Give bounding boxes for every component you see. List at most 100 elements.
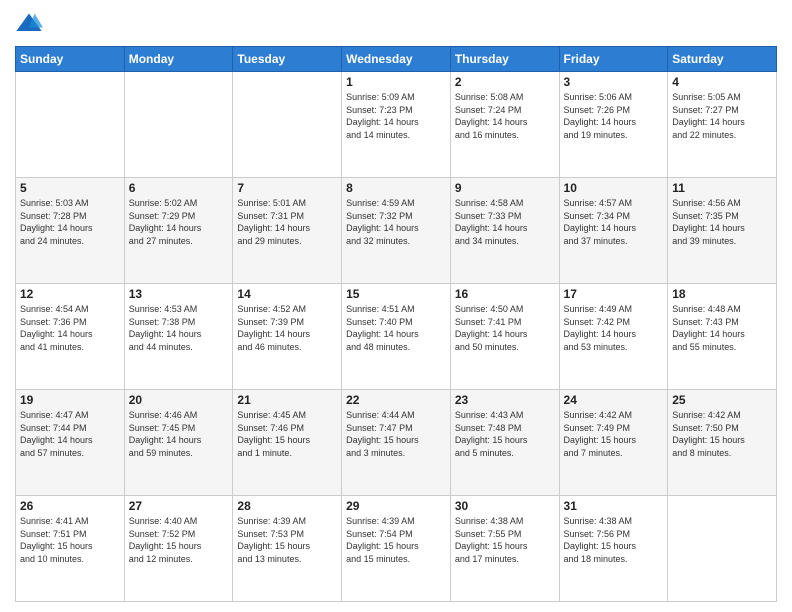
calendar-cell-12: 12 Sunrise: 4:54 AM Sunset: 7:36 PM Dayli… [16,284,125,390]
calendar-cell-empty [124,72,233,178]
day-number: 16 [455,287,555,301]
day-info: Sunrise: 4:54 AM Sunset: 7:36 PM Dayligh… [20,303,120,353]
day-info: Sunrise: 4:48 AM Sunset: 7:43 PM Dayligh… [672,303,772,353]
day-number: 26 [20,499,120,513]
calendar-cell-23: 23 Sunrise: 4:43 AM Sunset: 7:48 PM Dayli… [450,390,559,496]
calendar-week-4: 26 Sunrise: 4:41 AM Sunset: 7:51 PM Dayli… [16,496,777,602]
calendar-cell-19: 19 Sunrise: 4:47 AM Sunset: 7:44 PM Dayli… [16,390,125,496]
calendar-cell-9: 9Sunrise: 4:58 AM Sunset: 7:33 PM Daylig… [450,178,559,284]
day-number: 19 [20,393,120,407]
calendar-header-sunday: Sunday [16,47,125,72]
calendar-cell-31: 31 Sunrise: 4:38 AM Sunset: 7:56 PM Dayli… [559,496,668,602]
calendar-cell-3: 3 Sunrise: 5:06 AM Sunset: 7:26 PM Daylig… [559,72,668,178]
day-info: Sunrise: 4:50 AM Sunset: 7:41 PM Dayligh… [455,303,555,353]
logo-icon [15,10,43,38]
calendar-week-1: 5 Sunrise: 5:03 AM Sunset: 7:28 PM Daylig… [16,178,777,284]
calendar-cell-7: 7Sunrise: 5:01 AM Sunset: 7:31 PM Daylig… [233,178,342,284]
day-number: 14 [237,287,337,301]
day-number: 8 [346,181,446,195]
day-number: 15 [346,287,446,301]
day-info: Sunrise: 5:02 AM Sunset: 7:29 PM Dayligh… [129,197,229,247]
calendar-cell-28: 28 Sunrise: 4:39 AM Sunset: 7:53 PM Dayli… [233,496,342,602]
day-number: 24 [564,393,664,407]
day-info: Sunrise: 4:46 AM Sunset: 7:45 PM Dayligh… [129,409,229,459]
day-info: Sunrise: 4:42 AM Sunset: 7:50 PM Dayligh… [672,409,772,459]
page: SundayMondayTuesdayWednesdayThursdayFrid… [0,0,792,612]
day-info: Sunrise: 4:38 AM Sunset: 7:55 PM Dayligh… [455,515,555,565]
calendar-cell-16: 16 Sunrise: 4:50 AM Sunset: 7:41 PM Dayli… [450,284,559,390]
day-info: Sunrise: 4:38 AM Sunset: 7:56 PM Dayligh… [564,515,664,565]
calendar-cell-30: 30 Sunrise: 4:38 AM Sunset: 7:55 PM Dayli… [450,496,559,602]
calendar-cell-2: 2 Sunrise: 5:08 AM Sunset: 7:24 PM Daylig… [450,72,559,178]
day-number: 17 [564,287,664,301]
day-info: Sunrise: 4:40 AM Sunset: 7:52 PM Dayligh… [129,515,229,565]
day-number: 31 [564,499,664,513]
day-number: 25 [672,393,772,407]
calendar-cell-8: 8 Sunrise: 4:59 AM Sunset: 7:32 PM Daylig… [342,178,451,284]
calendar-cell-26: 26 Sunrise: 4:41 AM Sunset: 7:51 PM Dayli… [16,496,125,602]
day-number: 3 [564,75,664,89]
calendar-cell-18: 18Sunrise: 4:48 AM Sunset: 7:43 PM Dayli… [668,284,777,390]
day-number: 11 [672,181,772,195]
calendar-cell-empty [668,496,777,602]
day-info: Sunrise: 5:08 AM Sunset: 7:24 PM Dayligh… [455,91,555,141]
calendar-cell-13: 13 Sunrise: 4:53 AM Sunset: 7:38 PM Dayli… [124,284,233,390]
calendar-cell-empty [233,72,342,178]
day-number: 21 [237,393,337,407]
day-number: 13 [129,287,229,301]
day-info: Sunrise: 4:41 AM Sunset: 7:51 PM Dayligh… [20,515,120,565]
day-number: 1 [346,75,446,89]
calendar-header-friday: Friday [559,47,668,72]
calendar-cell-15: 15 Sunrise: 4:51 AM Sunset: 7:40 PM Dayli… [342,284,451,390]
calendar-cell-11: 11Sunrise: 4:56 AM Sunset: 7:35 PM Dayli… [668,178,777,284]
day-info: Sunrise: 5:06 AM Sunset: 7:26 PM Dayligh… [564,91,664,141]
day-number: 4 [672,75,772,89]
calendar-cell-10: 10Sunrise: 4:57 AM Sunset: 7:34 PM Dayli… [559,178,668,284]
header [15,10,777,38]
calendar-header-tuesday: Tuesday [233,47,342,72]
day-info: Sunrise: 5:09 AM Sunset: 7:23 PM Dayligh… [346,91,446,141]
calendar-cell-22: 22 Sunrise: 4:44 AM Sunset: 7:47 PM Dayli… [342,390,451,496]
day-number: 9 [455,181,555,195]
day-number: 23 [455,393,555,407]
calendar-cell-5: 5 Sunrise: 5:03 AM Sunset: 7:28 PM Daylig… [16,178,125,284]
day-info: Sunrise: 4:44 AM Sunset: 7:47 PM Dayligh… [346,409,446,459]
day-number: 30 [455,499,555,513]
calendar-cell-21: 21 Sunrise: 4:45 AM Sunset: 7:46 PM Dayli… [233,390,342,496]
calendar-header-wednesday: Wednesday [342,47,451,72]
calendar-header-row: SundayMondayTuesdayWednesdayThursdayFrid… [16,47,777,72]
day-number: 12 [20,287,120,301]
logo [15,10,47,38]
calendar-week-0: 1 Sunrise: 5:09 AM Sunset: 7:23 PM Daylig… [16,72,777,178]
calendar-header-monday: Monday [124,47,233,72]
day-number: 22 [346,393,446,407]
day-info: Sunrise: 4:52 AM Sunset: 7:39 PM Dayligh… [237,303,337,353]
day-number: 6 [129,181,229,195]
day-info: Sunrise: 5:03 AM Sunset: 7:28 PM Dayligh… [20,197,120,247]
day-number: 5 [20,181,120,195]
day-number: 27 [129,499,229,513]
day-info: Sunrise: 4:49 AM Sunset: 7:42 PM Dayligh… [564,303,664,353]
day-info: Sunrise: 4:47 AM Sunset: 7:44 PM Dayligh… [20,409,120,459]
day-info: Sunrise: 4:51 AM Sunset: 7:40 PM Dayligh… [346,303,446,353]
day-info: Sunrise: 4:53 AM Sunset: 7:38 PM Dayligh… [129,303,229,353]
day-info: Sunrise: 5:05 AM Sunset: 7:27 PM Dayligh… [672,91,772,141]
calendar-cell-empty [16,72,125,178]
day-info: Sunrise: 4:59 AM Sunset: 7:32 PM Dayligh… [346,197,446,247]
day-info: Sunrise: 4:39 AM Sunset: 7:53 PM Dayligh… [237,515,337,565]
day-number: 29 [346,499,446,513]
day-number: 2 [455,75,555,89]
calendar-header-saturday: Saturday [668,47,777,72]
day-info: Sunrise: 4:42 AM Sunset: 7:49 PM Dayligh… [564,409,664,459]
calendar-cell-20: 20Sunrise: 4:46 AM Sunset: 7:45 PM Dayli… [124,390,233,496]
calendar-cell-29: 29Sunrise: 4:39 AM Sunset: 7:54 PM Dayli… [342,496,451,602]
day-info: Sunrise: 4:43 AM Sunset: 7:48 PM Dayligh… [455,409,555,459]
calendar-cell-24: 24 Sunrise: 4:42 AM Sunset: 7:49 PM Dayli… [559,390,668,496]
day-number: 28 [237,499,337,513]
calendar-header-thursday: Thursday [450,47,559,72]
day-info: Sunrise: 5:01 AM Sunset: 7:31 PM Dayligh… [237,197,337,247]
calendar-cell-17: 17 Sunrise: 4:49 AM Sunset: 7:42 PM Dayli… [559,284,668,390]
calendar-table: SundayMondayTuesdayWednesdayThursdayFrid… [15,46,777,602]
day-info: Sunrise: 4:45 AM Sunset: 7:46 PM Dayligh… [237,409,337,459]
calendar-week-3: 19 Sunrise: 4:47 AM Sunset: 7:44 PM Dayli… [16,390,777,496]
